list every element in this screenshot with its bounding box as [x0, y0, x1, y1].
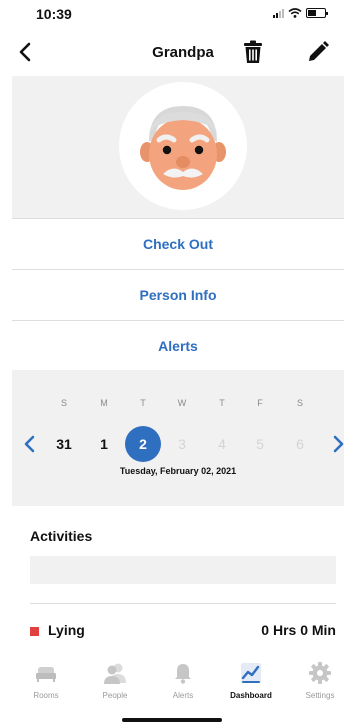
tab-rooms[interactable]: Rooms	[14, 661, 78, 700]
calendar-day[interactable]: 1	[86, 426, 122, 462]
nav-bar: Grandpa	[0, 30, 344, 76]
weekday-label: T	[140, 398, 146, 408]
status-bar: 10:39	[0, 0, 344, 30]
tab-bar: Rooms People Alerts Dashboard Settings	[0, 655, 344, 723]
wifi-icon	[288, 8, 302, 18]
grandpa-avatar-icon	[140, 106, 226, 190]
previous-week-button[interactable]	[22, 434, 38, 454]
activities-bar	[30, 556, 336, 584]
selected-date-label: Tuesday, February 02, 2021	[119, 466, 237, 476]
avatar-panel	[12, 76, 344, 218]
calendar-day-selected[interactable]: 2	[125, 426, 161, 462]
gear-icon	[309, 662, 331, 684]
weekday-label: F	[257, 398, 263, 408]
bed-icon	[36, 667, 56, 682]
check-out-button[interactable]: Check Out	[12, 219, 344, 269]
activities-heading: Activities	[30, 528, 93, 544]
alerts-button[interactable]: Alerts	[12, 321, 344, 371]
weekday-label: S	[296, 398, 303, 408]
back-button[interactable]	[14, 40, 38, 64]
edit-icon[interactable]	[306, 40, 330, 64]
tab-label: Alerts	[172, 691, 194, 700]
weekday-label: M	[100, 398, 108, 408]
calendar-day[interactable]: 4	[204, 426, 240, 462]
tab-label: Rooms	[33, 691, 59, 700]
week-calendar: S M T W T F S 31 1 2 3 4 5 6 Tuesday, Fe…	[12, 370, 344, 506]
tab-label: Settings	[305, 691, 335, 700]
divider	[30, 603, 336, 604]
calendar-day[interactable]: 3	[164, 426, 200, 462]
signal-icon	[273, 8, 284, 18]
weekday-label: T	[219, 398, 225, 408]
weekday-label: W	[177, 398, 187, 408]
chart-icon	[241, 663, 261, 683]
people-icon	[104, 663, 126, 684]
activity-duration: 0 Hrs 0 Min	[261, 622, 336, 638]
avatar	[119, 82, 247, 210]
tab-dashboard[interactable]: Dashboard	[219, 661, 283, 700]
lying-color-indicator	[30, 627, 39, 636]
battery-icon	[306, 8, 328, 18]
tab-label: People	[102, 691, 128, 700]
activity-label: Lying	[48, 622, 85, 638]
tab-label: Dashboard	[230, 691, 272, 700]
trash-icon[interactable]	[242, 40, 264, 64]
person-info-button[interactable]: Person Info	[12, 270, 344, 320]
tab-people[interactable]: People	[83, 661, 147, 700]
weekday-label: S	[60, 398, 67, 408]
tab-alerts[interactable]: Alerts	[151, 661, 215, 700]
calendar-day[interactable]: 31	[46, 426, 82, 462]
page-title: Grandpa	[152, 44, 214, 61]
status-time: 10:39	[36, 6, 72, 22]
status-icons	[273, 8, 328, 18]
calendar-day[interactable]: 6	[282, 426, 318, 462]
bell-icon	[175, 664, 191, 684]
tab-settings[interactable]: Settings	[288, 661, 344, 700]
next-week-button[interactable]	[330, 434, 344, 454]
calendar-day[interactable]: 5	[242, 426, 278, 462]
home-indicator	[122, 718, 222, 722]
